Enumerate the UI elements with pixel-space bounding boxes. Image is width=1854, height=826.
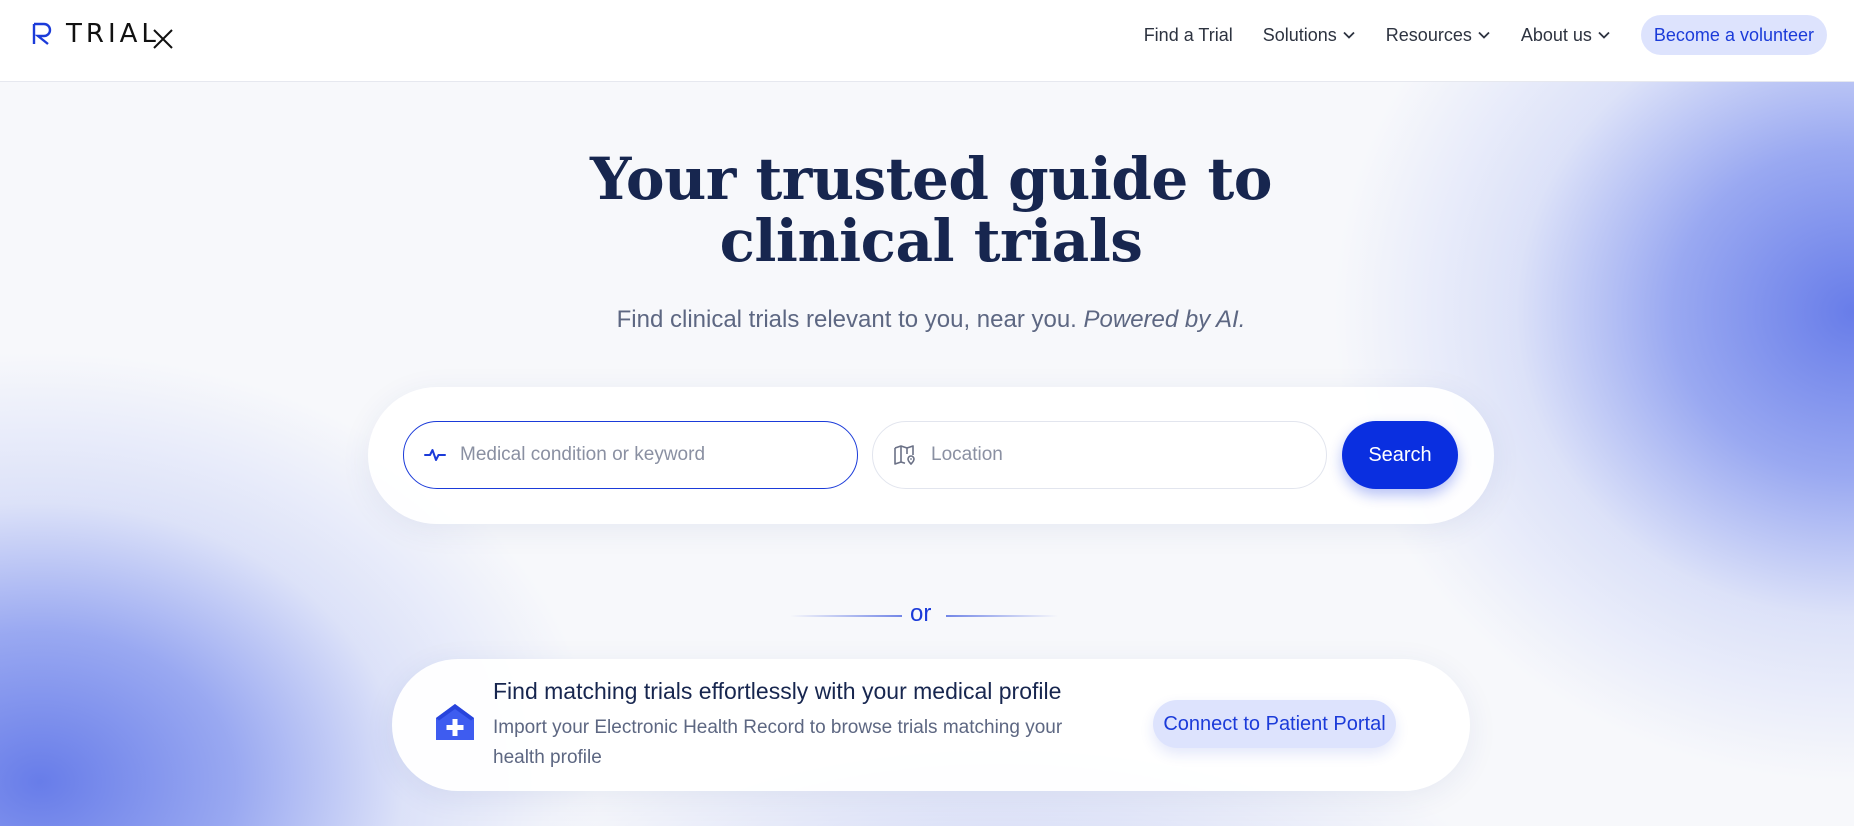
nav-item-label: About us [1520,24,1592,45]
main-nav: Find a Trial Solutions Resources About u… [1144,0,1854,70]
become-volunteer-button[interactable]: Become a volunteer [1640,15,1827,55]
nav-item-label: Find a Trial [1143,24,1233,45]
chevron-down-icon [1598,31,1610,39]
medical-home-icon [436,704,474,740]
medical-profile-card: Find matching trials effortlessly with y… [392,659,1470,791]
connect-patient-portal-button[interactable]: Connect to Patient Portal [1153,700,1396,748]
chevron-down-icon [1478,31,1490,39]
divider-line-left [790,615,902,617]
condition-field[interactable] [403,421,858,489]
nav-item-label: Solutions [1262,24,1337,45]
brand-logo[interactable]: TRIAL [32,16,160,52]
search-card: Search [368,387,1494,524]
hero-subtitle: Find clinical trials relevant to you, ne… [0,306,1854,334]
page-title-line-1: Your trusted guide to [590,145,1272,213]
nav-item-solutions[interactable]: Solutions [1263,25,1356,46]
or-divider: or [790,600,1058,630]
hero-subtitle-text: Find clinical trials relevant to you, ne… [616,306,1077,333]
nav-item-about-us[interactable]: About us [1521,25,1611,46]
location-field[interactable] [872,421,1327,489]
profile-card-title: Find matching trials effortlessly with y… [493,678,1062,704]
page-title: Your trusted guide to clinical trials [0,148,1854,272]
brand-name: TRIAL [66,19,160,49]
nav-item-resources[interactable]: Resources [1386,25,1491,46]
nav-item-find-a-trial[interactable]: Find a Trial [1144,25,1233,46]
divider-line-right [946,615,1058,617]
heartbeat-icon [424,449,446,461]
location-input[interactable] [931,444,1311,466]
map-pin-icon [894,445,915,466]
profile-card-description: Import your Electronic Health Record to … [493,717,1063,768]
hero-subtitle-emphasis: Powered by AI. [1083,306,1246,333]
trialx-logo-icon [32,22,52,45]
site-header: TRIAL Find a Trial Solutions Resources A… [0,0,1854,82]
divider-label: or [910,600,932,627]
condition-input[interactable] [460,444,840,466]
chevron-down-icon [1343,31,1355,39]
nav-item-label: Resources [1385,24,1472,45]
page-title-line-2: clinical trials [719,207,1143,275]
brand-x-mark [153,29,173,49]
search-button[interactable]: Search [1342,421,1458,489]
